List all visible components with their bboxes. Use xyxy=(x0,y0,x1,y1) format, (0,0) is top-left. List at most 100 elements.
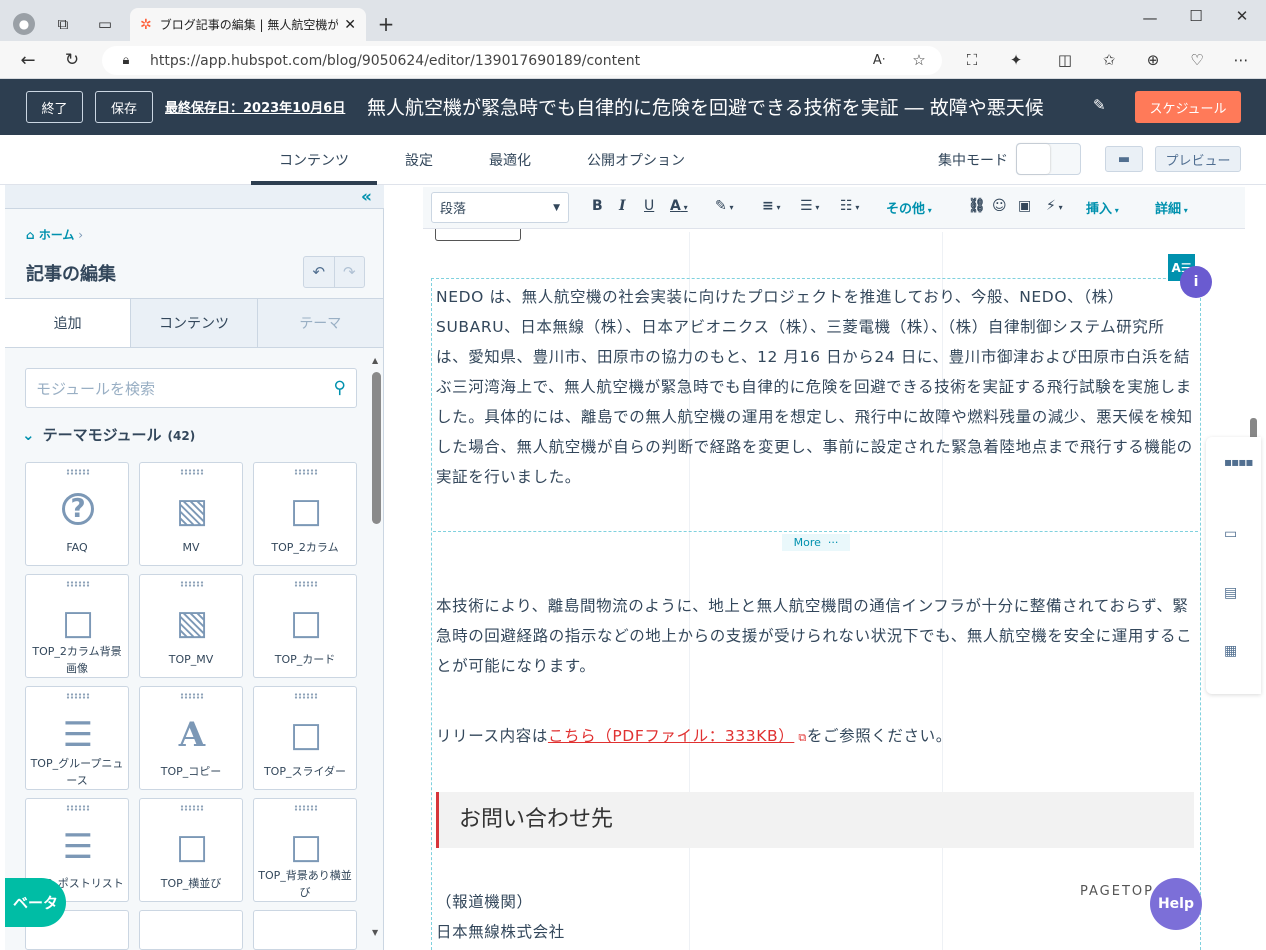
highlight-icon[interactable]: ✎ ▾ xyxy=(715,198,734,214)
drag-handle-icon[interactable] xyxy=(294,805,318,811)
pdf-link[interactable]: こちら（PDFファイル：333KB） xyxy=(548,727,794,745)
advanced-menu[interactable]: 詳細 ▾ xyxy=(1155,198,1188,217)
drag-handle-icon[interactable] xyxy=(180,469,204,475)
pagetop-link[interactable]: PAGETOP xyxy=(1080,884,1154,899)
read-more-marker[interactable]: More ··· xyxy=(782,534,850,551)
sidebar-tab-add[interactable]: 追加 xyxy=(5,299,132,347)
paragraph-style-select[interactable]: 段落 ▼ xyxy=(431,192,569,223)
undo-icon[interactable]: ↶ xyxy=(304,257,334,287)
body-paragraph-1[interactable]: NEDO は、無人航空機の社会実装に向けたプロジェクトを推進しており、今般、NE… xyxy=(436,282,1194,492)
italic-icon[interactable]: I xyxy=(619,198,626,214)
extensions-icon[interactable]: ✦ xyxy=(1006,50,1026,70)
maximize-icon[interactable]: ☐ xyxy=(1186,6,1206,26)
tab-settings[interactable]: 設定 xyxy=(405,150,433,170)
sidebar-tab-theme[interactable]: テーマ xyxy=(257,299,384,347)
bullet-list-icon[interactable]: ☰ ▾ xyxy=(800,198,819,214)
personalize-icon[interactable]: ⚡ ▾ xyxy=(1046,198,1063,214)
module-card[interactable]: ▧ TOP_MV xyxy=(139,574,243,678)
module-card-partial[interactable] xyxy=(253,910,357,950)
redo-icon[interactable]: ↷ xyxy=(333,257,365,287)
favorites-icon[interactable]: ✩ xyxy=(1099,50,1119,70)
modules-grid-icon[interactable]: ▪▪▪▪ xyxy=(1224,455,1254,469)
more-options-menu[interactable]: その他 ▾ xyxy=(886,198,932,217)
tab-content[interactable]: コンテンツ xyxy=(279,150,349,170)
read-aloud-icon[interactable]: Aᐧ xyxy=(869,50,889,70)
sidebar-scroll-thumb[interactable] xyxy=(372,372,381,524)
emoji-icon[interactable]: ☺ xyxy=(992,198,1007,214)
module-card[interactable]: ? FAQ xyxy=(25,462,129,566)
module-card-partial[interactable] xyxy=(139,910,243,950)
theme-modules-header[interactable]: ⌄ テーマモジュール (42) xyxy=(22,424,195,445)
module-card[interactable]: □ TOP_背景あり横並び xyxy=(253,798,357,902)
contact-heading[interactable]: お問い合わせ先 xyxy=(436,792,1194,848)
more-menu-icon[interactable]: ⋯ xyxy=(1231,50,1251,70)
drag-handle-icon[interactable] xyxy=(66,581,90,587)
module-card[interactable]: □ TOP_2カラム xyxy=(253,462,357,566)
save-button[interactable]: 保存 xyxy=(95,91,153,123)
company-name[interactable]: 日本無線株式会社 xyxy=(436,917,1194,947)
window-close-icon[interactable]: ✕ xyxy=(1232,6,1252,26)
scroll-up-arrow-icon[interactable]: ▲ xyxy=(372,356,378,365)
drag-handle-icon[interactable] xyxy=(66,469,90,475)
module-card[interactable]: ☰ TOP_グループニュース xyxy=(25,686,129,790)
module-card[interactable]: □ TOP_カード xyxy=(253,574,357,678)
url-field[interactable]: https://app.hubspot.com/blog/9050624/edi… xyxy=(102,46,942,75)
profile-icon[interactable]: ● xyxy=(13,13,35,35)
module-card[interactable]: □ TOP_2カラム背景画像 xyxy=(25,574,129,678)
module-card[interactable]: □ TOP_横並び xyxy=(139,798,243,902)
favorite-star-icon[interactable]: ☆ xyxy=(909,50,929,70)
module-search-input[interactable]: モジュールを検索 ⚲ xyxy=(25,368,357,408)
drag-handle-icon[interactable] xyxy=(294,581,318,587)
tab-actions-icon[interactable]: ▭ xyxy=(95,14,115,34)
calendar-icon[interactable]: ▦ xyxy=(1224,643,1237,659)
tab-optimize[interactable]: 最適化 xyxy=(489,150,531,170)
help-button[interactable]: Help xyxy=(1150,878,1202,930)
new-tab-icon[interactable]: + xyxy=(376,12,396,36)
sidebar-tab-contents[interactable]: コンテンツ xyxy=(131,299,258,347)
tab-publish-options[interactable]: 公開オプション xyxy=(587,150,685,170)
image-icon[interactable]: ▣ xyxy=(1018,198,1031,214)
lock-icon[interactable]: 🔒︎ xyxy=(116,50,136,70)
module-card[interactable]: ▧ MV xyxy=(139,462,243,566)
link-icon[interactable]: ⛓ xyxy=(968,198,986,214)
preview-button[interactable]: プレビュー xyxy=(1155,146,1241,172)
breadcrumb-home[interactable]: ホーム xyxy=(39,228,75,242)
align-icon[interactable]: ≡ ▾ xyxy=(762,198,781,214)
numbered-list-icon[interactable]: ☷ ▾ xyxy=(840,198,859,214)
drag-handle-icon[interactable] xyxy=(66,805,90,811)
screenshot-icon[interactable]: ⛶ xyxy=(962,50,982,70)
schedule-button[interactable]: スケジュール xyxy=(1135,91,1241,123)
body-paragraph-3[interactable]: リリース内容はこちら（PDFファイル：333KB） ⧉をご参照ください。 xyxy=(436,721,1194,753)
drag-handle-icon[interactable] xyxy=(180,693,204,699)
drag-handle-icon[interactable] xyxy=(294,469,318,475)
refresh-icon[interactable]: ↻ xyxy=(62,50,82,70)
text-color-icon[interactable]: A ▾ xyxy=(670,198,688,214)
breadcrumb[interactable]: ⌂ ホーム › xyxy=(26,226,83,243)
workspaces-icon[interactable]: ⧉ xyxy=(53,14,73,34)
post-title[interactable]: 無人航空機が緊急時でも自律的に危険を回避できる技術を実証 ― 故障や悪天候 xyxy=(367,93,1079,120)
drag-handle-icon[interactable] xyxy=(180,805,204,811)
layout-icon[interactable]: ▤ xyxy=(1224,585,1237,601)
drag-handle-icon[interactable] xyxy=(294,693,318,699)
exit-button[interactable]: 終了 xyxy=(26,91,83,123)
browser-tab-active[interactable]: ✲ ブログ記事の編集 | 無人航空機が緊 ✕ xyxy=(130,8,366,41)
module-card[interactable]: A TOP_コピー xyxy=(139,686,243,790)
search-icon[interactable]: ⚲ xyxy=(334,378,346,398)
last-saved-link[interactable]: 最終保存日：2023年10月6日 xyxy=(165,97,345,116)
performance-icon[interactable]: ♡ xyxy=(1187,50,1207,70)
chat-icon[interactable]: ▭ xyxy=(1224,526,1237,542)
edit-title-pencil-icon[interactable]: ✎ xyxy=(1093,96,1106,114)
body-paragraph-2[interactable]: 本技術により、離島間物流のように、地上と無人航空機間の通信インフラが十分に整備さ… xyxy=(436,591,1194,681)
back-icon[interactable]: ← xyxy=(18,50,38,71)
collapse-sidebar-icon[interactable]: « xyxy=(361,187,372,207)
module-card[interactable]: □ TOP_スライダー xyxy=(253,686,357,790)
minimize-icon[interactable]: — xyxy=(1140,8,1160,28)
scroll-down-arrow-icon[interactable]: ▼ xyxy=(372,928,378,937)
insert-menu[interactable]: 挿入 ▾ xyxy=(1086,198,1119,217)
beta-button[interactable]: ベータ xyxy=(5,878,66,927)
split-screen-icon[interactable]: ◫ xyxy=(1055,50,1075,70)
collections-icon[interactable]: ⊕ xyxy=(1143,50,1163,70)
comments-button[interactable]: ▬ xyxy=(1105,146,1143,172)
bold-icon[interactable]: B xyxy=(592,198,603,214)
drag-handle-icon[interactable] xyxy=(180,581,204,587)
